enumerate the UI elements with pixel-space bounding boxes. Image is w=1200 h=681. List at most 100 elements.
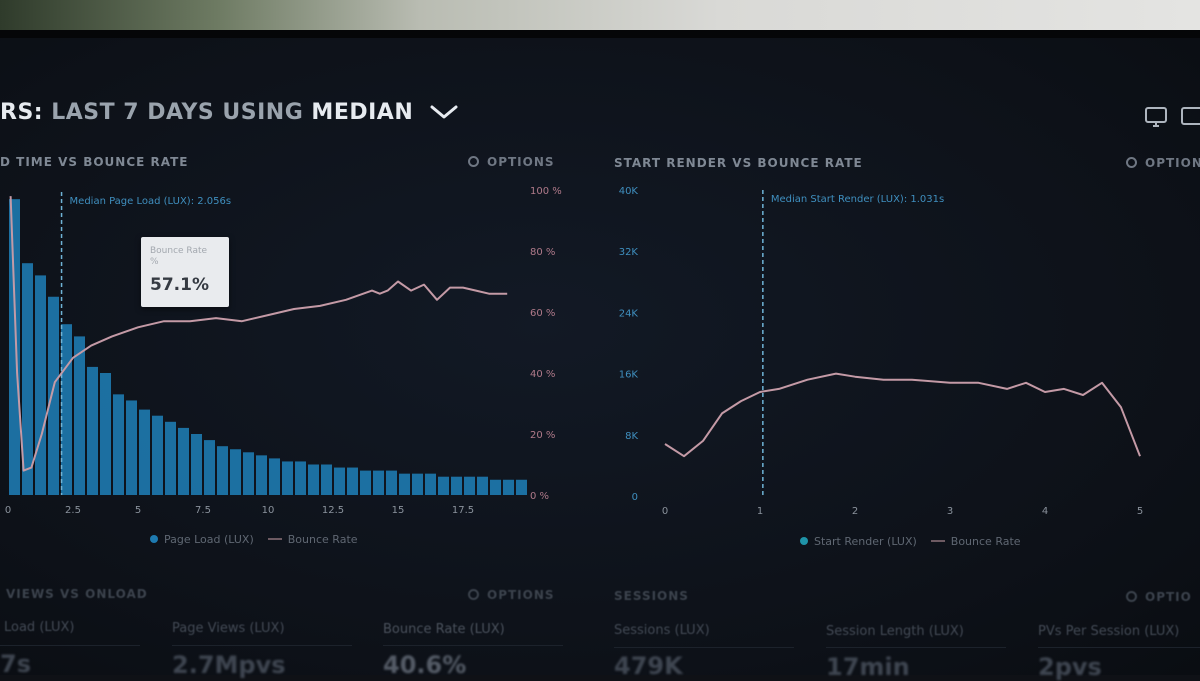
x-tick-label: 1 — [757, 506, 763, 517]
chart-bar — [386, 470, 397, 495]
tooltip-label: Bounce Rate — [150, 246, 208, 256]
title-stat: MEDIAN — [311, 100, 414, 125]
chart-bar — [191, 434, 202, 495]
divider — [383, 645, 563, 646]
legend-line-label: Bounce Rate — [950, 535, 1021, 548]
bottom-right-options-button[interactable]: OPTIO — [1126, 590, 1192, 604]
y-tick-label: 0 — [632, 492, 638, 503]
divider — [172, 645, 352, 646]
chart-bar — [412, 473, 423, 495]
metric-label: Session Length (LUX) — [826, 624, 964, 639]
chart-bar — [152, 415, 163, 495]
x-tick-label: 15 — [392, 505, 405, 516]
bottom-left-options-label: OPTIONS — [487, 588, 555, 602]
right-panel-title: START RENDER VS BOUNCE RATE — [614, 156, 863, 170]
tablet-icon[interactable] — [1180, 106, 1200, 132]
x-tick-label: 5 — [135, 505, 141, 516]
chart-bar — [204, 440, 215, 495]
legend-bars-label: Start Render (LUX) — [814, 535, 917, 548]
median-label: Median Start Render (LUX): 1.031s — [771, 194, 944, 205]
chart-bar — [61, 324, 72, 495]
median-label: Median Page Load (LUX): 2.056s — [70, 196, 232, 207]
chart-bar — [243, 452, 254, 495]
x-tick-label: 12.5 — [322, 505, 344, 516]
y-tick-label: 0 % — [530, 491, 549, 502]
chart-bar — [256, 455, 267, 495]
bounce-rate-line — [9, 196, 508, 472]
left-options-label: OPTIONS — [487, 155, 555, 169]
chevron-down-icon[interactable] — [429, 101, 459, 126]
chart-bar — [87, 366, 98, 495]
title-period: LAST 7 DAYS — [51, 100, 215, 125]
options-icon — [468, 156, 479, 167]
left-options-button[interactable]: OPTIONS — [468, 155, 555, 169]
chart-bar — [230, 449, 241, 495]
chart-bar — [347, 467, 358, 495]
chart-bar — [425, 473, 436, 495]
metric-value: 7s — [0, 650, 31, 678]
bottom-left-title: VIEWS VS ONLOAD — [6, 587, 148, 601]
bounce-rate-line — [664, 372, 1141, 458]
y-tick-label: 24K — [619, 308, 639, 319]
x-tick-label: 0 — [662, 506, 668, 517]
divider — [1038, 647, 1200, 648]
legend-line-swatch — [930, 539, 945, 542]
y-tick-label: 80 % — [530, 247, 555, 258]
left-legend[interactable]: Page Load (LUX) Bounce Rate — [150, 533, 358, 546]
bottom-right-options-label: OPTIO — [1145, 590, 1192, 604]
chart-bar — [113, 394, 124, 495]
chart-bar — [503, 479, 514, 495]
legend-bars-label: Page Load (LUX) — [164, 533, 254, 546]
chart-bar — [334, 467, 345, 495]
chart-bar — [126, 400, 137, 495]
background-foliage — [0, 0, 1200, 34]
divider — [0, 645, 140, 646]
y-tick-label: 40 % — [530, 369, 555, 380]
x-tick-label: 4 — [1042, 506, 1048, 517]
chart-bar — [451, 476, 462, 495]
metric-label: Page Views (LUX) — [172, 621, 285, 636]
legend-bar-swatch — [800, 537, 808, 545]
y-tick-label: 20 % — [530, 430, 555, 441]
x-tick-label: 2 — [852, 506, 858, 517]
x-tick-label: 10 — [262, 505, 275, 516]
chart-bar — [373, 470, 384, 495]
chart-bar — [321, 464, 332, 495]
chart-bar — [464, 476, 475, 495]
y-tick-label: 8K — [625, 431, 638, 442]
x-tick-label: 5 — [1137, 506, 1143, 517]
dashboard-title[interactable]: RS: LAST 7 DAYS USING MEDIAN — [0, 100, 459, 126]
title-prefix: RS: — [0, 100, 52, 125]
y-tick-label: 100 % — [530, 186, 562, 197]
right-options-label: OPTION — [1145, 156, 1200, 170]
chart-bar — [139, 409, 150, 495]
chart-tooltip: Bounce Rate% 57.1% — [141, 237, 229, 307]
x-tick-label: 3 — [947, 506, 953, 517]
chart-bar — [9, 199, 20, 495]
chart-bar — [308, 464, 319, 495]
chart-bar — [438, 476, 449, 495]
metric-label: Bounce Rate (LUX) — [383, 622, 505, 637]
chart-bar — [399, 473, 410, 495]
chart-bar — [217, 446, 228, 495]
chart-bar — [35, 275, 46, 495]
legend-bar-swatch — [150, 535, 158, 543]
metric-label: Sessions (LUX) — [614, 623, 710, 638]
options-icon — [468, 589, 479, 600]
x-tick-label: 17.5 — [452, 505, 474, 516]
chart-bar — [269, 458, 280, 495]
monitor-icon[interactable] — [1145, 106, 1169, 132]
right-options-button[interactable]: OPTION — [1126, 156, 1200, 170]
right-legend[interactable]: Start Render (LUX) Bounce Rate — [800, 535, 1021, 548]
y-tick-label: 16K — [619, 370, 639, 381]
chart-bar — [100, 373, 111, 495]
chart-bar — [178, 427, 189, 495]
divider — [826, 647, 1006, 648]
bottom-left-options-button[interactable]: OPTIONS — [468, 588, 555, 602]
y-tick-label: 40K — [619, 186, 639, 197]
metric-label: Load (LUX) — [4, 620, 75, 635]
options-icon — [1126, 157, 1137, 168]
legend-line-label: Bounce Rate — [287, 533, 358, 546]
x-tick-label: 2.5 — [65, 505, 81, 516]
chart-bar — [165, 421, 176, 495]
